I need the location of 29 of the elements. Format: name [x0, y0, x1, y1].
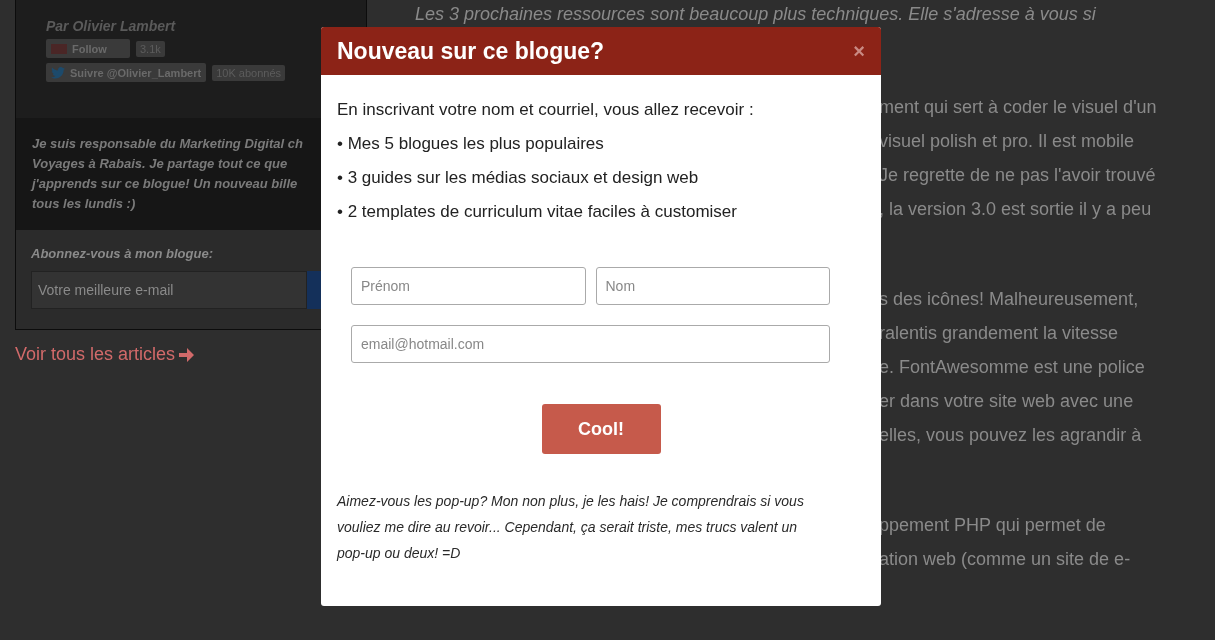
article-text: ralentis grandement la vitesse — [879, 322, 1119, 345]
last-name-field[interactable]: Nom — [595, 267, 830, 305]
close-button[interactable]: × — [853, 39, 865, 63]
article-text: visuel polish et pro. Il est mobile — [879, 130, 1135, 153]
article-text: elles, vous pouvez les agrandir à — [879, 424, 1142, 447]
benefit-item: • 2 templates de curriculum vitae faciles à customiser — [337, 201, 738, 223]
author-name: Par Olivier Lambert — [46, 18, 177, 34]
submit-button[interactable]: Cool! — [541, 404, 661, 454]
benefit-item: • Mes 5 blogues les plus populaires — [337, 133, 605, 155]
bird-icon — [51, 66, 65, 79]
bio-text: tous les lundis :) — [32, 195, 136, 213]
article-text: , la version 3.0 est sortie il y a peu — [879, 198, 1152, 221]
email-field[interactable]: email@hotmail.com — [351, 325, 830, 363]
all-articles-link[interactable]: Voir tous les articles — [15, 344, 195, 365]
modal-footer-text: Aimez-vous les pop-up? Mon non plus, je les hais! Je comprendrais si vous vouliez me dire au revoir... Cependant, ça serait triste, mes trucs valent un pop-up ou deux! =D — [337, 492, 805, 563]
first-name-field[interactable]: Prénom — [351, 267, 586, 305]
article-text: ation web (comme un site de e- — [879, 548, 1131, 571]
modal-title: Nouveau sur ce blogue? — [337, 37, 605, 65]
modal-intro: En inscrivant votre nom et courriel, vous allez recevoir : — [337, 99, 755, 121]
article-text: Les 3 prochaines ressources sont beaucoup plus techniques. Elle s'adresse à vous si — [415, 3, 1096, 26]
bio-text: Voyages à Rabais. Je partage tout ce que — [32, 155, 288, 173]
article-text: Je regrette de ne pas l'avoir trouvé — [879, 164, 1156, 187]
arrow-right-icon — [179, 347, 195, 362]
subscribe-label: Abonnez-vous à mon blogue: — [31, 246, 214, 261]
bio-text: Je suis responsable du Marketing Digital ch — [32, 135, 303, 153]
benefit-item: • 3 guides sur les médias sociaux et design web — [337, 167, 700, 189]
email-input[interactable]: Votre meilleure e-mail — [31, 271, 307, 309]
bio-text: j'apprends sur ce blogue! Un nouveau bille — [32, 175, 298, 193]
article-text: ppement PHP qui permet de — [879, 514, 1106, 537]
